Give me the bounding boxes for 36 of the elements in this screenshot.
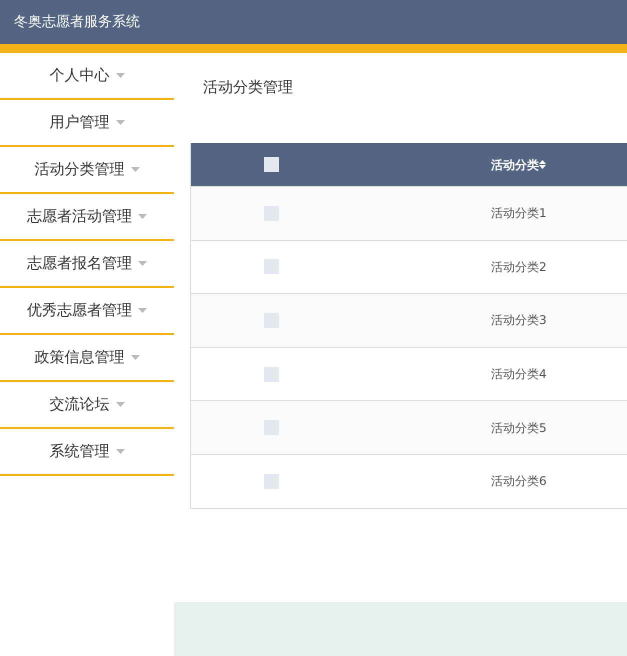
table-cell-text: 活动分类2 bbox=[490, 258, 547, 276]
column-header[interactable]: 活动分类 bbox=[491, 156, 539, 174]
sidebar-item[interactable]: 活动分类管理 bbox=[0, 147, 174, 194]
caret-icon bbox=[138, 261, 147, 266]
app-title: 冬奥志愿者服务系统 bbox=[14, 12, 140, 32]
sidebar-item[interactable]: 志愿者报名管理 bbox=[0, 241, 174, 288]
table-row[interactable]: 活动分类5 bbox=[191, 400, 627, 454]
table-cell-text: 活动分类3 bbox=[490, 312, 547, 330]
table-cell-text: 活动分类1 bbox=[490, 205, 547, 222]
caret-icon bbox=[116, 73, 124, 78]
caret-icon bbox=[130, 355, 140, 360]
caret-icon bbox=[130, 167, 140, 172]
caret-icon bbox=[138, 214, 147, 219]
sidebar-item[interactable]: 用户管理 bbox=[0, 100, 174, 147]
sidebar-item[interactable]: 交流论坛 bbox=[0, 382, 174, 429]
checkbox[interactable] bbox=[264, 157, 278, 172]
sort-icon[interactable] bbox=[539, 160, 546, 169]
caret-icon bbox=[116, 402, 124, 407]
table-cell-text: 活动分类6 bbox=[490, 473, 547, 490]
caret-icon bbox=[116, 120, 124, 125]
caret-icon bbox=[138, 308, 147, 313]
sidebar-item[interactable]: 优秀志愿者管理 bbox=[0, 288, 174, 335]
checkbox[interactable] bbox=[264, 474, 278, 489]
sidebar-item[interactable]: 系统管理 bbox=[0, 429, 174, 476]
table-cell-text: 活动分类5 bbox=[490, 420, 547, 437]
sidebar-item[interactable]: 个人中心 bbox=[0, 53, 174, 100]
table-cell-text: 活动分类4 bbox=[490, 366, 547, 384]
table-row[interactable]: 活动分类4 bbox=[191, 346, 627, 400]
checkbox[interactable] bbox=[264, 259, 278, 274]
table-row[interactable]: 活动分类3 bbox=[191, 293, 627, 347]
page-title: 活动分类管理 bbox=[203, 76, 293, 98]
caret-icon bbox=[116, 449, 124, 454]
sidebar-item[interactable]: 政策信息管理 bbox=[0, 335, 174, 382]
sidebar-item[interactable]: 志愿者活动管理 bbox=[0, 194, 174, 241]
table-row[interactable]: 活动分类1 bbox=[191, 186, 627, 240]
checkbox[interactable] bbox=[264, 366, 278, 382]
